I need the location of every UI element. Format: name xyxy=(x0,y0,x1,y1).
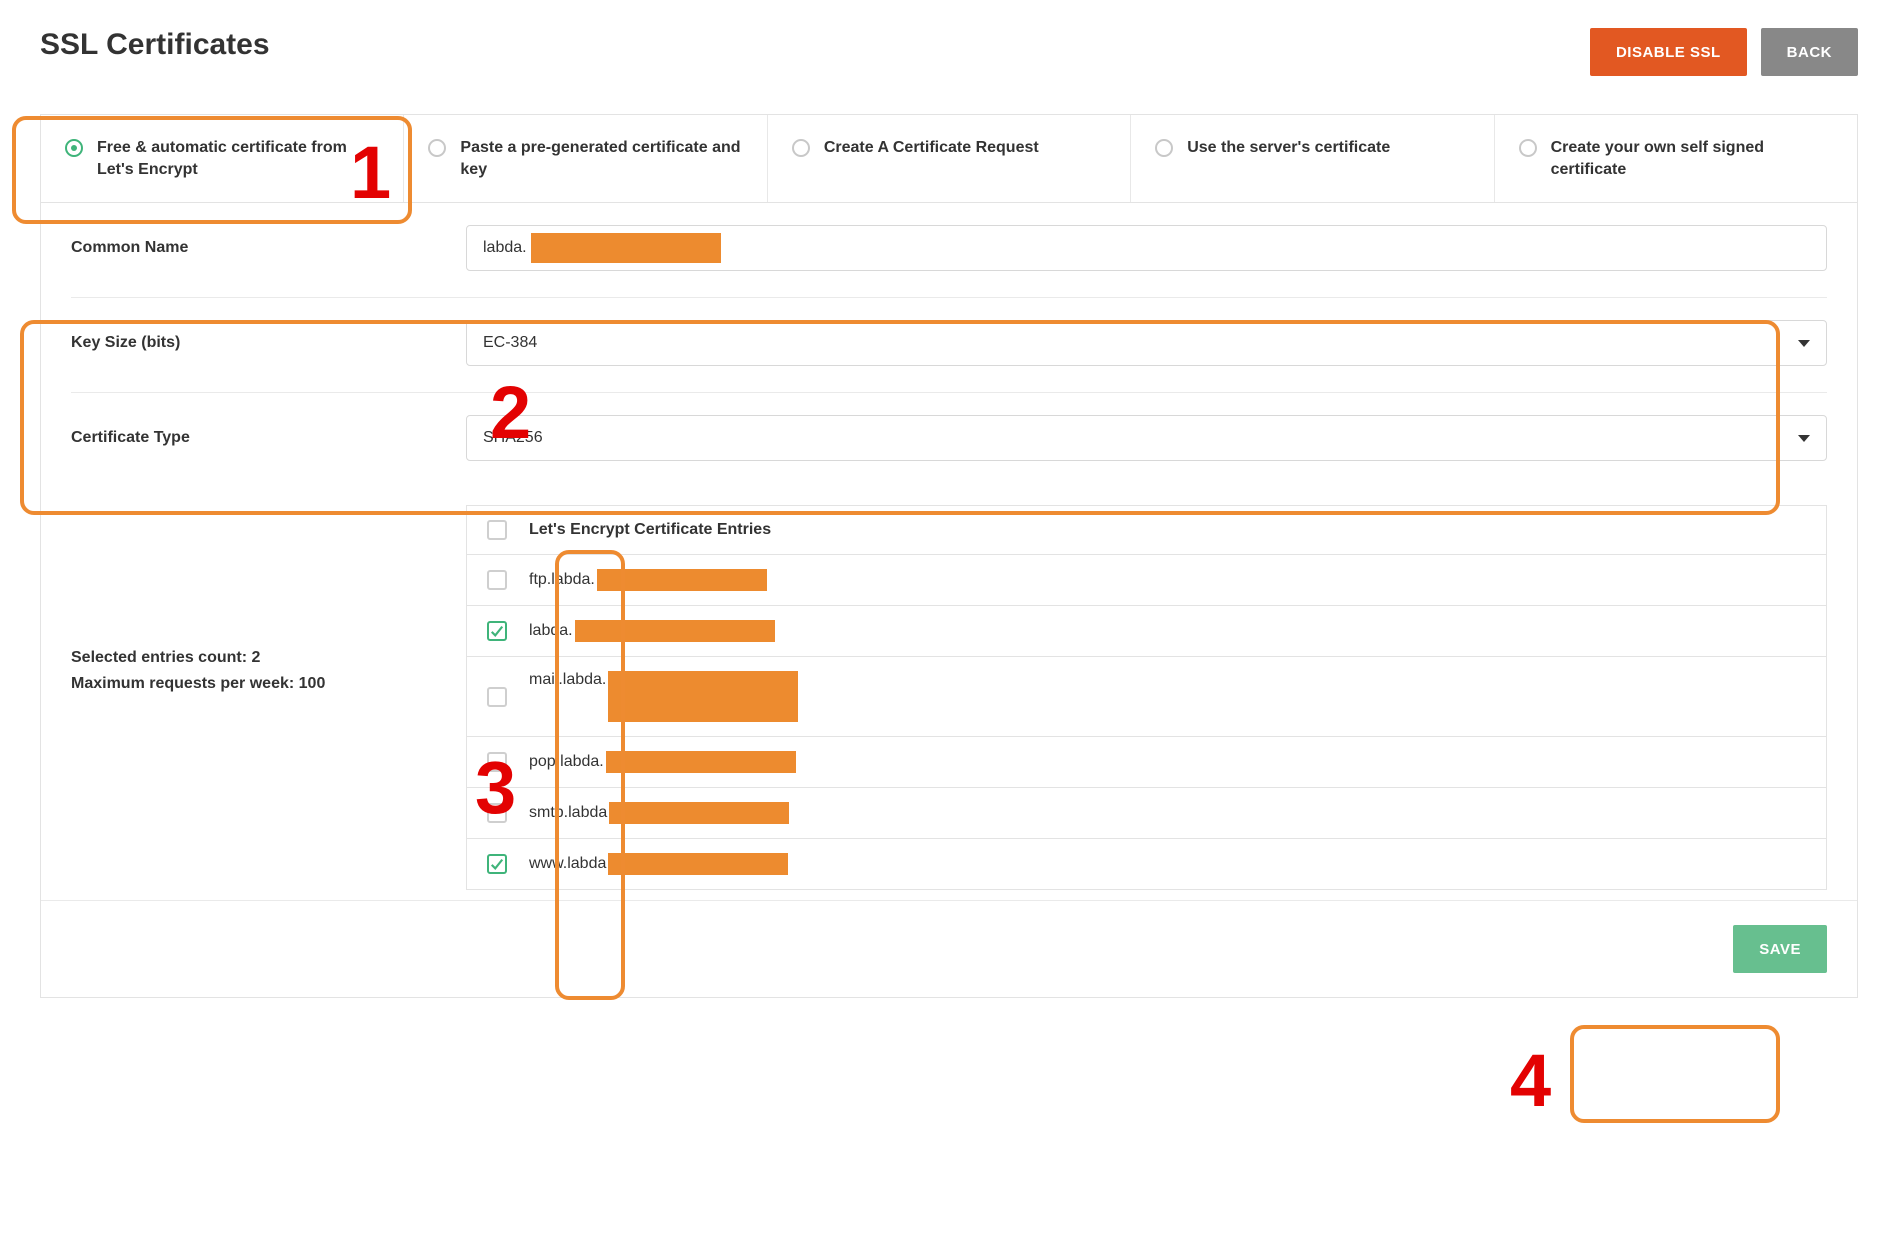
table-row: www.labda xyxy=(467,839,1826,890)
entry-checkbox[interactable] xyxy=(487,854,507,874)
chevron-down-icon xyxy=(1798,435,1810,442)
redacted-block xyxy=(597,569,767,591)
entry-prefix: labda. xyxy=(529,622,573,639)
redacted-block xyxy=(608,671,798,722)
entry-checkbox[interactable] xyxy=(487,752,507,772)
table-row: ftp.labda. xyxy=(467,555,1826,606)
key-size-value: EC-384 xyxy=(483,334,537,352)
cert-type-select[interactable]: SHA256 xyxy=(466,415,1827,461)
entries-table: Let's Encrypt Certificate Entries ftp.la… xyxy=(466,505,1827,890)
entry-checkbox[interactable] xyxy=(487,687,507,707)
entry-checkbox[interactable] xyxy=(487,570,507,590)
chevron-down-icon xyxy=(1798,340,1810,347)
cert-type-value: SHA256 xyxy=(483,429,543,447)
table-row: mail.labda. xyxy=(467,657,1826,737)
entry-prefix: ftp.labda. xyxy=(529,571,595,588)
common-name-value: labda. xyxy=(483,239,527,257)
tab-label: Use the server's certificate xyxy=(1187,137,1390,159)
tab-label: Paste a pre-generated certificate and ke… xyxy=(460,137,742,180)
redacted-block xyxy=(609,802,789,824)
tab-create-csr[interactable]: Create A Certificate Request xyxy=(768,115,1131,202)
tab-self-signed[interactable]: Create your own self signed certificate xyxy=(1495,115,1857,202)
entry-prefix: mail.labda. xyxy=(529,671,606,688)
radio-icon xyxy=(428,139,446,157)
annotation-number: 4 xyxy=(1510,1038,1551,1123)
redacted-block xyxy=(606,751,796,773)
tab-label: Free & automatic certificate from Let's … xyxy=(97,137,379,180)
entry-prefix: pop.labda. xyxy=(529,753,604,770)
table-row: smtp.labda xyxy=(467,788,1826,839)
entry-prefix: www.labda xyxy=(529,855,606,872)
common-name-label: Common Name xyxy=(71,239,466,257)
entry-checkbox[interactable] xyxy=(487,621,507,641)
ssl-method-tabs: Free & automatic certificate from Let's … xyxy=(40,114,1858,202)
tab-paste-cert[interactable]: Paste a pre-generated certificate and ke… xyxy=(404,115,767,202)
annotation-box-4 xyxy=(1570,1025,1780,1123)
back-button[interactable]: BACK xyxy=(1761,28,1858,76)
table-row: labda. xyxy=(467,606,1826,657)
tab-label: Create A Certificate Request xyxy=(824,137,1039,159)
max-requests-per-week: Maximum requests per week: 100 xyxy=(71,671,466,697)
redacted-block xyxy=(608,853,788,875)
tab-server-cert[interactable]: Use the server's certificate xyxy=(1131,115,1494,202)
radio-icon xyxy=(65,139,83,157)
entry-prefix: smtp.labda xyxy=(529,804,607,821)
selected-entries-count: Selected entries count: 2 xyxy=(71,645,466,671)
radio-icon xyxy=(1519,139,1537,157)
radio-icon xyxy=(792,139,810,157)
radio-icon xyxy=(1155,139,1173,157)
entry-checkbox[interactable] xyxy=(487,803,507,823)
table-header-row: Let's Encrypt Certificate Entries xyxy=(467,506,1826,555)
redacted-block xyxy=(575,620,775,642)
common-name-input[interactable]: labda. xyxy=(466,225,1827,271)
redacted-block xyxy=(531,233,721,263)
tab-label: Create your own self signed certificate xyxy=(1551,137,1833,180)
key-size-label: Key Size (bits) xyxy=(71,334,466,352)
table-row: pop.labda. xyxy=(467,737,1826,788)
key-size-select[interactable]: EC-384 xyxy=(466,320,1827,366)
tab-lets-encrypt[interactable]: Free & automatic certificate from Let's … xyxy=(41,115,404,202)
disable-ssl-button[interactable]: DISABLE SSL xyxy=(1590,28,1747,76)
entries-header-label: Let's Encrypt Certificate Entries xyxy=(529,521,771,539)
page-title: SSL Certificates xyxy=(40,28,270,62)
cert-type-label: Certificate Type xyxy=(71,429,466,447)
save-button[interactable]: SAVE xyxy=(1733,925,1827,973)
select-all-checkbox[interactable] xyxy=(487,520,507,540)
